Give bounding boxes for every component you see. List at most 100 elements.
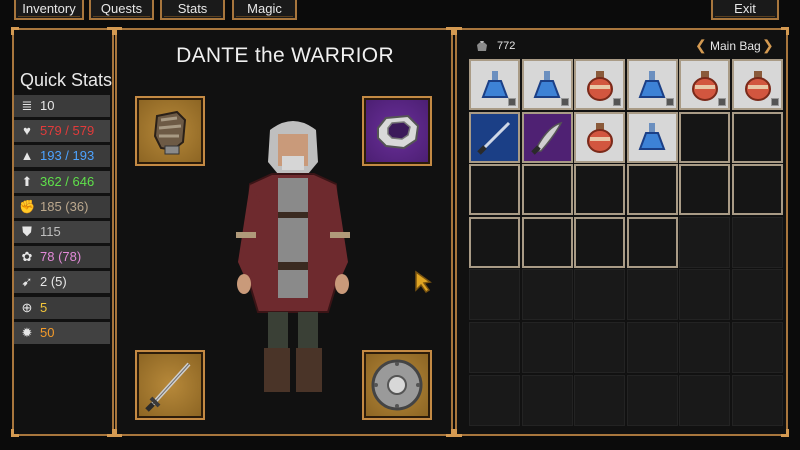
inventory-slot[interactable]	[732, 269, 783, 321]
quick-stat-row: ✿ 78 (78)	[14, 246, 110, 269]
prev-bag-button[interactable]: ❮	[695, 38, 707, 52]
next-bag-button[interactable]: ❯	[762, 38, 774, 52]
inventory-slot[interactable]	[626, 269, 678, 321]
sword-icon	[145, 362, 191, 412]
burst-icon: ✹	[21, 324, 33, 340]
ring-icon	[377, 114, 420, 150]
inventory-slot[interactable]	[679, 216, 731, 268]
arrow-up-icon: ⬆	[21, 173, 33, 189]
inventory-slot[interactable]	[521, 322, 573, 373]
inventory-slot[interactable]	[732, 111, 783, 163]
inventory-slot[interactable]	[574, 111, 626, 163]
inventory-slot[interactable]	[626, 374, 678, 426]
inventory-slot[interactable]	[469, 111, 520, 163]
inventory-slot[interactable]	[521, 216, 573, 268]
bag-name: Main Bag	[710, 39, 761, 53]
inventory-slot[interactable]	[732, 322, 783, 373]
running-man-icon: ➹	[21, 274, 33, 290]
inventory-slot[interactable]	[469, 59, 520, 110]
quick-stat-row: ➹ 2 (5)	[14, 271, 110, 294]
blue-potion-icon	[632, 117, 672, 157]
inventory-slot[interactable]	[469, 322, 520, 373]
scimitar-icon	[525, 115, 569, 159]
quick-stat-value: 579 / 579	[40, 123, 95, 139]
quick-stat-row: ♥ 579 / 579	[14, 120, 110, 143]
round-shield-icon	[371, 359, 423, 411]
quick-stat-row: ⛊ 115	[14, 221, 110, 243]
quick-stat-value: 115	[40, 224, 61, 239]
inventory-slot[interactable]	[521, 269, 573, 321]
quick-stat-row: ⊕ 5	[14, 296, 110, 319]
shield-icon: ⛊	[22, 224, 32, 239]
inventory-slot[interactable]	[679, 164, 731, 216]
quick-stat-value: 185 (36)	[40, 198, 89, 214]
quick-stat-value: 362 / 646	[40, 173, 95, 189]
inventory-slot[interactable]	[679, 59, 731, 110]
inventory-slot[interactable]	[626, 322, 678, 373]
inventory-slot[interactable]	[574, 59, 626, 110]
crosshair-icon: ⊕	[21, 299, 33, 315]
stack-badge	[718, 98, 727, 106]
quick-stats-title: Quick Stats	[20, 70, 113, 90]
stack-badge	[508, 98, 516, 106]
inventory-slot[interactable]	[732, 59, 783, 110]
gold-count: 772	[497, 40, 516, 52]
inventory-slot[interactable]	[574, 216, 626, 268]
inventory-slot[interactable]	[574, 374, 626, 426]
inventory-slot[interactable]	[521, 374, 573, 426]
inventory-slot[interactable]	[521, 59, 573, 110]
sword-icon	[473, 115, 517, 159]
quests-tab[interactable]: Quests	[89, 0, 154, 20]
stats-tab[interactable]: Stats	[160, 0, 225, 20]
quick-stat-row: ▲ 193 / 193	[14, 145, 110, 168]
gloves-slot[interactable]	[135, 96, 205, 166]
inventory-slot[interactable]	[521, 164, 573, 216]
quick-stat-value: 193 / 193	[40, 148, 95, 164]
quick-stat-value: 5	[40, 299, 48, 315]
warrior-character	[236, 121, 350, 392]
weapon-slot[interactable]	[135, 350, 205, 420]
stack-badge	[665, 98, 674, 106]
inventory-slot[interactable]	[626, 111, 678, 163]
gauntlet-icon	[153, 110, 187, 155]
inventory-slot[interactable]	[469, 374, 520, 426]
inventory-slot[interactable]	[732, 374, 783, 426]
inventory-slot[interactable]	[521, 111, 573, 163]
brain-icon: ✿	[21, 249, 33, 265]
stack-badge	[560, 98, 569, 106]
flexed-arm-icon: ✊	[19, 198, 36, 214]
inventory-slot[interactable]	[732, 164, 783, 216]
heart-icon: ♥	[23, 123, 31, 139]
exit-button[interactable]: Exit	[711, 0, 779, 20]
inventory-tab[interactable]: Inventory	[14, 0, 84, 20]
shield-slot[interactable]	[362, 350, 432, 420]
inventory-slot[interactable]	[732, 216, 783, 268]
character-name: DANTE the WARRIOR	[176, 44, 394, 67]
scroll-icon: ≣	[21, 98, 33, 113]
quick-stat-value: 10	[40, 98, 55, 113]
quick-stat-row: ⬆ 362 / 646	[14, 170, 110, 193]
inventory-slot[interactable]	[679, 269, 731, 321]
stack-badge	[771, 98, 779, 106]
quick-stat-value: 50	[40, 324, 55, 340]
inventory-slot[interactable]	[679, 111, 731, 163]
inventory-slot[interactable]	[469, 269, 520, 321]
quick-stat-row: ✊ 185 (36)	[14, 195, 110, 218]
quick-stat-value: 78 (78)	[40, 249, 82, 265]
inventory-slot[interactable]	[469, 216, 520, 268]
inventory-slot[interactable]	[469, 164, 520, 216]
inventory-slot[interactable]	[574, 269, 626, 321]
stack-badge	[613, 98, 622, 106]
inventory-slot[interactable]	[574, 322, 626, 373]
wizard-hat-icon: ▲	[20, 148, 34, 164]
magic-tab[interactable]: Magic	[232, 0, 297, 20]
inventory-slot[interactable]	[574, 164, 626, 216]
inventory-slot[interactable]	[626, 216, 678, 268]
inventory-slot[interactable]	[626, 59, 678, 110]
quick-stat-value: 2 (5)	[40, 274, 67, 290]
inventory-slot[interactable]	[679, 374, 731, 426]
coin-pouch-icon	[477, 41, 487, 51]
inventory-slot[interactable]	[679, 322, 731, 373]
inventory-slot[interactable]	[626, 164, 678, 216]
ring-slot[interactable]	[362, 96, 432, 166]
